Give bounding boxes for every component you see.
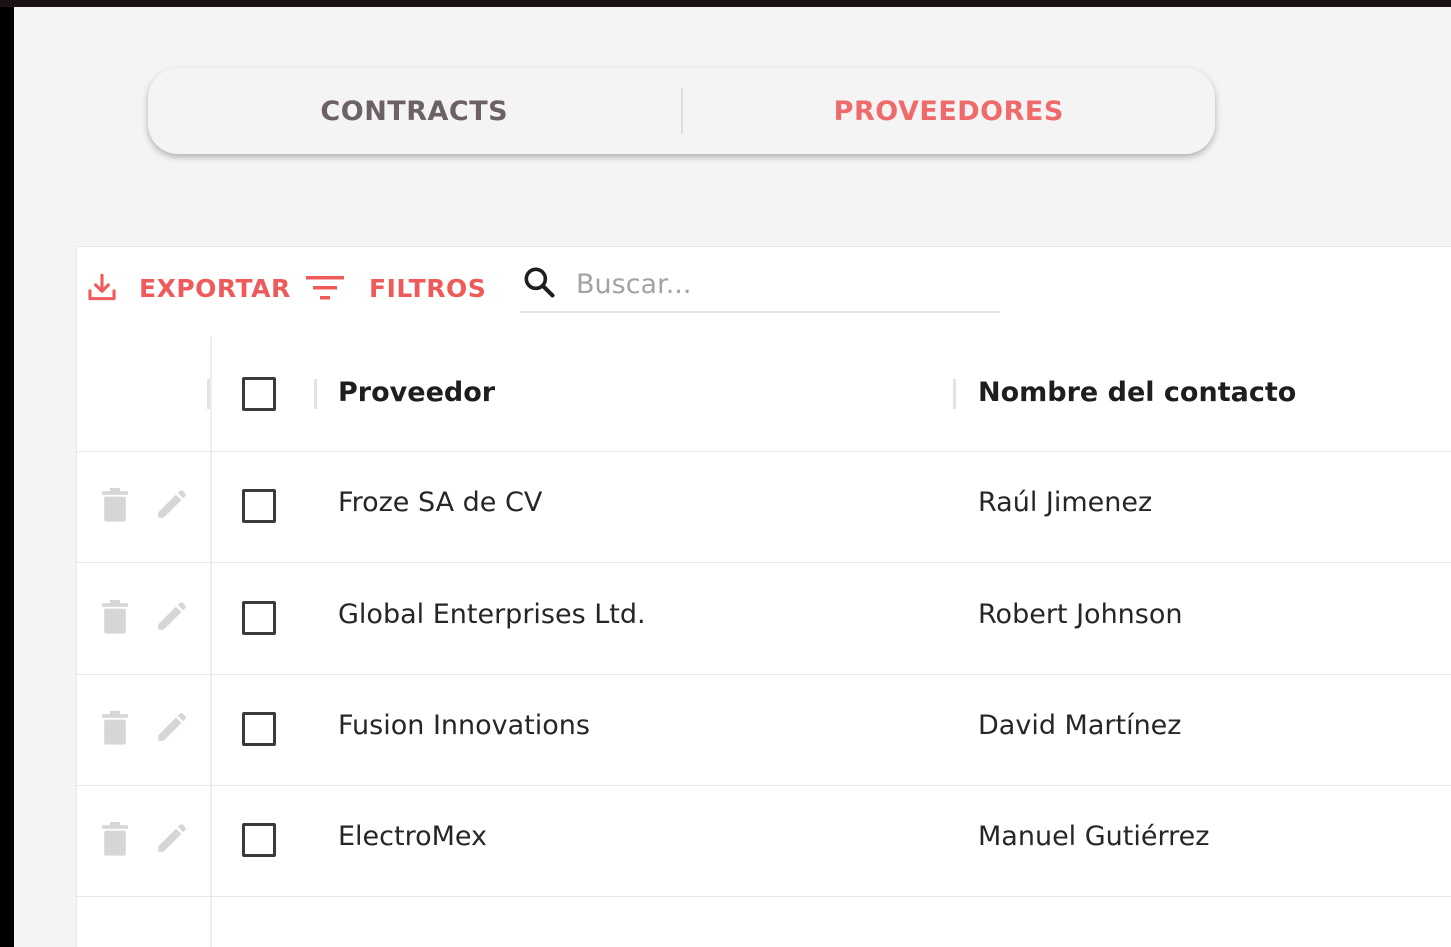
table-header: Proveedor Nombre del contacto [77,337,1451,452]
search-box [520,257,1000,313]
trash-icon[interactable] [101,822,129,860]
table-toolbar: EXPORTAR FILTROS [77,247,1451,337]
table-row[interactable]: Global Enterprises Ltd. Robert Johnson [77,563,1451,675]
column-header-contacto[interactable]: Nombre del contacto [978,377,1296,408]
export-label: EXPORTAR [139,273,291,303]
filters-button[interactable]: FILTROS [305,271,486,305]
tab-contracts[interactable]: CONTRACTS [148,96,681,127]
cell-contacto: Raúl Jimenez [978,487,1153,518]
table-row[interactable]: Froze SA de CV Raúl Jimenez [77,451,1451,563]
trash-icon[interactable] [101,488,129,526]
cell-proveedor: Fusion Innovations [338,710,590,741]
header-separator [314,379,317,409]
cell-contacto: David Martínez [978,710,1182,741]
cell-proveedor: Global Enterprises Ltd. [338,599,646,630]
section-tabs: CONTRACTS PROVEEDORES [148,68,1215,154]
trash-icon[interactable] [101,711,129,749]
row-checkbox[interactable] [242,489,276,523]
pencil-icon[interactable] [154,488,188,526]
header-separator [953,379,956,409]
pencil-icon[interactable] [154,600,188,638]
filters-label: FILTROS [369,273,487,303]
column-header-proveedor[interactable]: Proveedor [338,377,495,408]
row-checkbox[interactable] [242,823,276,857]
tab-proveedores[interactable]: PROVEEDORES [683,96,1216,127]
pencil-icon[interactable] [154,711,188,749]
pencil-icon[interactable] [154,822,188,860]
search-icon [520,263,558,305]
download-icon [85,271,119,305]
page: CONTRACTS PROVEEDORES EXPORTAR FILTROS B… [14,7,1451,947]
cell-proveedor: ElectroMex [338,821,488,852]
table-row[interactable]: ElectroMex Manuel Gutiérrez [77,785,1451,897]
cell-contacto: Manuel Gutiérrez [978,821,1210,852]
window-top-edge [0,0,1451,7]
table-row[interactable]: Fusion Innovations David Martínez [77,674,1451,786]
cell-proveedor: Froze SA de CV [338,487,543,518]
header-separator [207,379,210,409]
search-input[interactable] [574,267,978,301]
row-checkbox[interactable] [242,601,276,635]
filter-icon [305,271,345,305]
row-checkbox[interactable] [242,712,276,746]
trash-icon[interactable] [101,600,129,638]
suppliers-table-card: EXPORTAR FILTROS Buscar... Proveedor Nom… [76,246,1451,947]
cell-contacto: Robert Johnson [978,599,1183,630]
export-button[interactable]: EXPORTAR [85,271,291,305]
select-all-checkbox[interactable] [242,377,276,411]
